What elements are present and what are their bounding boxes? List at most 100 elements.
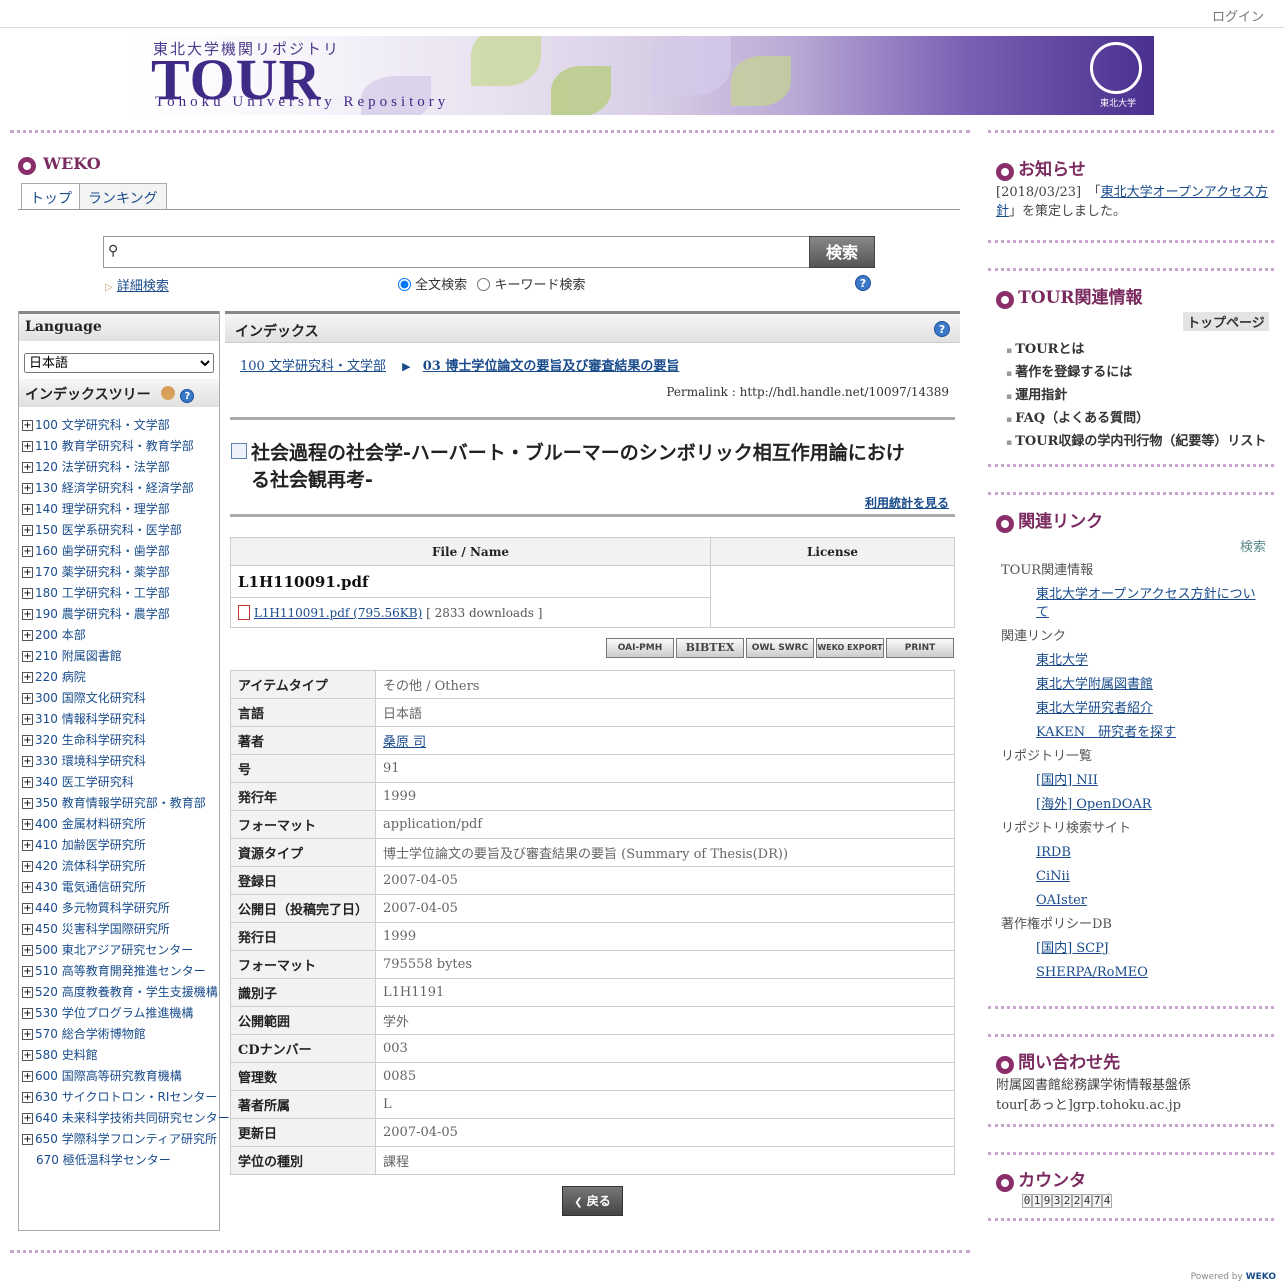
related-link[interactable]: 東北大学 xyxy=(1036,652,1266,670)
tour-info-item[interactable]: ▪ 著作を登録するには xyxy=(1006,361,1266,384)
tree-item[interactable]: +190 農学研究科・農学部 xyxy=(22,604,219,625)
tour-info-item[interactable]: ▪ 運用指針 xyxy=(1006,384,1266,407)
expand-icon[interactable]: + xyxy=(22,1050,33,1061)
tree-item[interactable]: +420 流体科学研究所 xyxy=(22,856,219,877)
tree-item[interactable]: +440 多元物質科学研究所 xyxy=(22,898,219,919)
expand-icon[interactable]: + xyxy=(22,1029,33,1040)
tree-item[interactable]: +500 東北アジア研究センター xyxy=(22,940,219,961)
tree-item[interactable]: +430 電気通信研究所 xyxy=(22,877,219,898)
language-select[interactable]: 日本語 xyxy=(24,353,214,373)
expand-icon[interactable]: + xyxy=(22,861,33,872)
back-button[interactable]: ❮ 戻る xyxy=(562,1186,623,1216)
weko-link[interactable]: WEKO xyxy=(1246,1272,1276,1282)
tree-item[interactable]: +110 教育学研究科・教育学部 xyxy=(22,436,219,457)
tour-info-item[interactable]: ▪ TOUR収録の学内刊行物（紀要等）リスト xyxy=(1006,430,1266,453)
tree-item[interactable]: +170 薬学研究科・薬学部 xyxy=(22,562,219,583)
tree-item[interactable]: +180 工学研究科・工学部 xyxy=(22,583,219,604)
related-link[interactable]: 東北大学研究者紹介 xyxy=(1036,700,1266,718)
tree-item[interactable]: +450 災害科学国際研究所 xyxy=(22,919,219,940)
expand-icon[interactable]: + xyxy=(22,945,33,956)
tab-ranking[interactable]: ランキング xyxy=(79,183,167,209)
related-link[interactable]: IRDB xyxy=(1036,844,1266,862)
expand-icon[interactable]: + xyxy=(22,483,33,494)
expand-icon[interactable]: + xyxy=(22,525,33,536)
oai-pmh-button[interactable]: OAI-PMH xyxy=(606,638,674,658)
file-download-link[interactable]: L1H110091.pdf (795.56KB) xyxy=(254,606,422,620)
search-help-icon[interactable]: ? xyxy=(855,275,871,291)
tree-item[interactable]: +100 文学研究科・文学部 xyxy=(22,415,219,436)
expand-icon[interactable]: + xyxy=(22,840,33,851)
fulltext-radio[interactable] xyxy=(398,278,411,291)
top-page-link[interactable]: トップページ xyxy=(1183,312,1269,331)
expand-icon[interactable]: + xyxy=(22,987,33,998)
tree-item[interactable]: +650 学際科学フロンティア研究所 xyxy=(22,1129,219,1150)
expand-icon[interactable]: + xyxy=(22,1008,33,1019)
weko-export-button[interactable]: WEKO EXPORT xyxy=(816,638,884,658)
tour-info-item[interactable]: ▪ FAQ（よくある質問） xyxy=(1006,407,1266,430)
related-link[interactable]: [国内] SCPJ xyxy=(1036,940,1266,958)
tree-item[interactable]: +640 未来科学技術共同研究センター xyxy=(22,1108,230,1129)
tree-item[interactable]: +580 史料館 xyxy=(22,1045,219,1066)
expand-icon[interactable]: + xyxy=(22,924,33,935)
tree-item[interactable]: +530 学位プログラム推進機構 xyxy=(22,1003,219,1024)
stats-link[interactable]: 利用統計を見る xyxy=(865,494,949,511)
tree-item[interactable]: +200 本部 xyxy=(22,625,219,646)
tree-item-last[interactable]: 670 極低温科学センター xyxy=(19,1150,219,1171)
tree-item[interactable]: +320 生命科学研究科 xyxy=(22,730,219,751)
expand-icon[interactable]: + xyxy=(22,651,33,662)
tree-item[interactable]: +210 附属図書館 xyxy=(22,646,219,667)
edit-icon[interactable] xyxy=(161,386,176,400)
tree-item[interactable]: +520 高度教養教育・学生支援機構 xyxy=(22,982,219,1003)
expand-icon[interactable]: + xyxy=(22,441,33,452)
related-link[interactable]: OAIster xyxy=(1036,892,1266,910)
related-link[interactable]: KAKEN 研究者を探す xyxy=(1036,724,1266,742)
breadcrumb-item[interactable]: 100 文学研究科・文学部 xyxy=(240,359,386,374)
expand-icon[interactable]: + xyxy=(22,504,33,515)
index-panel-help-icon[interactable]: ? xyxy=(934,321,950,337)
tree-item[interactable]: +140 理学研究科・理学部 xyxy=(22,499,219,520)
related-link[interactable]: 東北大学附属図書館 xyxy=(1036,676,1266,694)
expand-icon[interactable]: + xyxy=(22,819,33,830)
expand-icon[interactable]: + xyxy=(22,588,33,599)
expand-icon[interactable]: + xyxy=(22,714,33,725)
author-link[interactable]: 桑原 司 xyxy=(383,735,426,750)
tree-item[interactable]: +350 教育情報学研究部・教育部 xyxy=(22,793,219,814)
related-link[interactable]: CiNii xyxy=(1036,868,1266,886)
tree-item[interactable]: +400 金属材料研究所 xyxy=(22,814,219,835)
owl-swrc-button[interactable]: OWL SWRC xyxy=(746,638,814,658)
expand-icon[interactable]: + xyxy=(22,903,33,914)
related-link[interactable]: [海外] OpenDOAR xyxy=(1036,796,1266,814)
tree-item[interactable]: +510 高等教育開発推進センター xyxy=(22,961,219,982)
tree-item[interactable]: +220 病院 xyxy=(22,667,219,688)
expand-icon[interactable]: + xyxy=(22,966,33,977)
metadata-value[interactable]: 桑原 司 xyxy=(375,726,955,755)
keyword-radio[interactable] xyxy=(477,278,491,291)
expand-icon[interactable]: + xyxy=(22,462,33,473)
tree-item[interactable]: +600 国際高等研究教育機構 xyxy=(22,1066,219,1087)
advanced-search-link[interactable]: 詳細検索 xyxy=(117,279,169,294)
expand-icon[interactable]: + xyxy=(22,1071,33,1082)
expand-icon[interactable]: + xyxy=(22,546,33,557)
expand-icon[interactable]: + xyxy=(22,420,33,431)
tree-item[interactable]: +310 情報科学研究科 xyxy=(22,709,219,730)
tree-item[interactable]: +120 法学研究科・法学部 xyxy=(22,457,219,478)
expand-icon[interactable]: + xyxy=(22,798,33,809)
expand-icon[interactable]: + xyxy=(22,567,33,578)
tree-item[interactable]: +570 総合学術博物館 xyxy=(22,1024,219,1045)
site-banner[interactable]: 東北大学機関リポジトリ TOUR Tohoku University Repos… xyxy=(131,36,1154,115)
login-link[interactable]: ログイン xyxy=(1212,6,1264,25)
expand-icon[interactable]: + xyxy=(22,756,33,767)
related-link[interactable]: 東北大学オープンアクセス方針について xyxy=(1036,586,1266,622)
links-search[interactable]: 検索 xyxy=(1240,536,1266,555)
expand-icon[interactable]: + xyxy=(22,735,33,746)
bibtex-button[interactable]: BIBTEX xyxy=(676,638,744,658)
tree-item[interactable]: +630 サイクロトロン・RIセンター xyxy=(22,1087,219,1108)
expand-icon[interactable]: + xyxy=(22,1092,33,1103)
expand-icon[interactable]: + xyxy=(22,693,33,704)
tree-item[interactable]: +340 医工学研究科 xyxy=(22,772,219,793)
expand-icon[interactable]: + xyxy=(22,630,33,641)
breadcrumb-item[interactable]: 03 博士学位論文の要旨及び審査結果の要旨 xyxy=(423,359,680,374)
tree-item[interactable]: +410 加齢医学研究所 xyxy=(22,835,219,856)
expand-icon[interactable]: + xyxy=(22,1134,33,1145)
expand-icon[interactable]: + xyxy=(22,777,33,788)
